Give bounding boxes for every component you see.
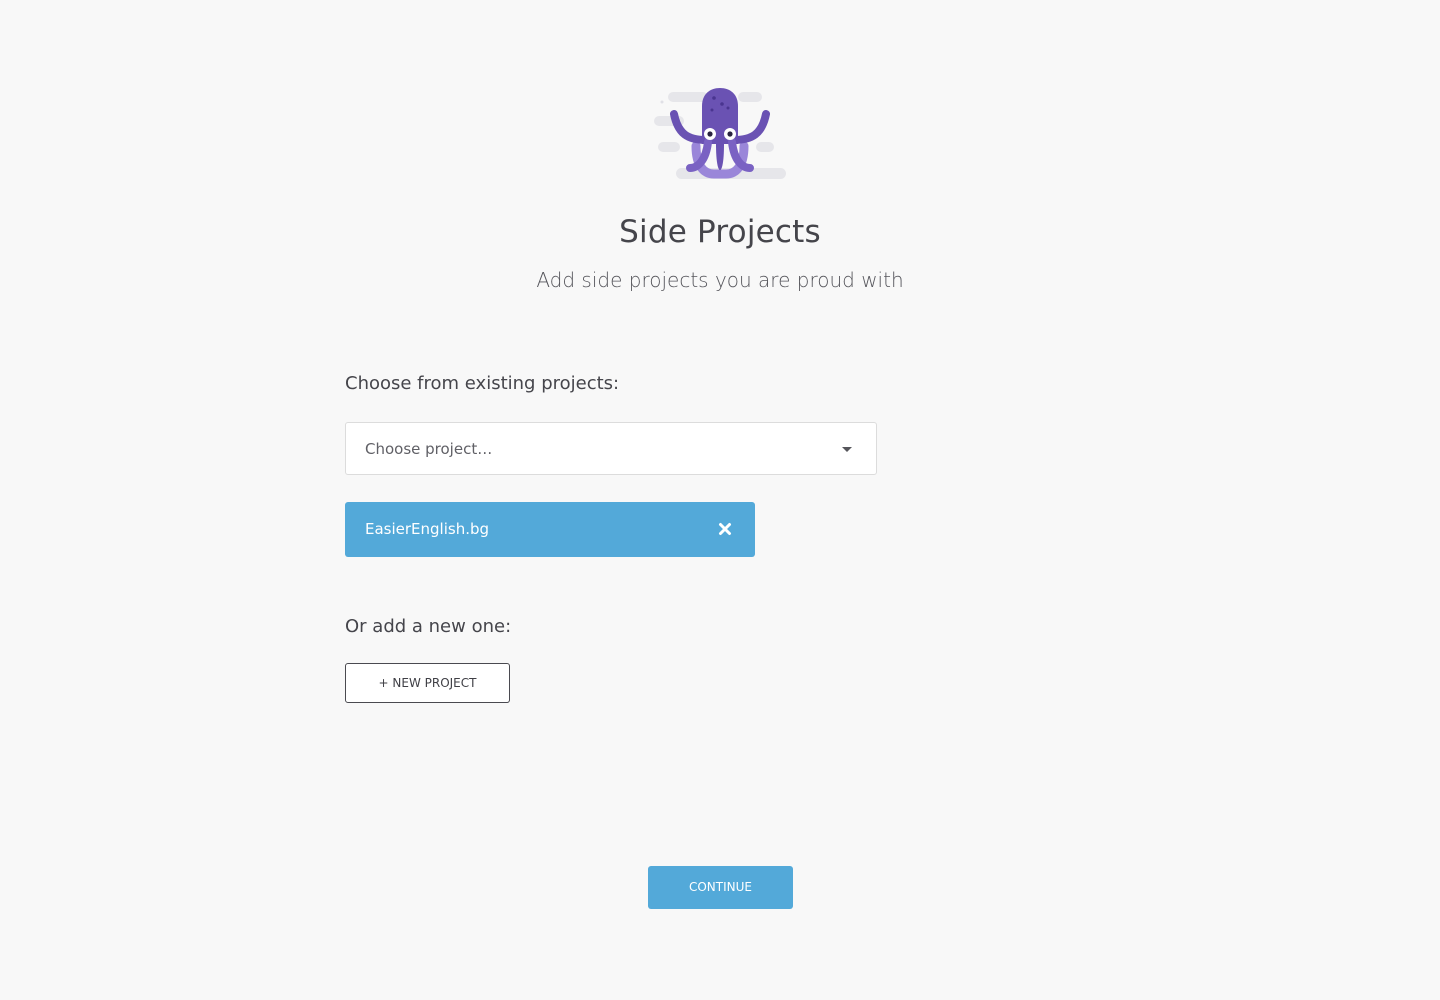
page-subtitle: Add side projects you are proud with — [536, 268, 904, 292]
close-icon[interactable] — [715, 519, 735, 539]
selected-project-name: EasierEnglish.bg — [365, 520, 490, 538]
selected-project-chip: EasierEnglish.bg — [345, 502, 755, 557]
project-select[interactable]: Choose project… — [345, 422, 877, 475]
project-select-placeholder: Choose project… — [365, 440, 493, 458]
existing-projects-label: Choose from existing projects: — [345, 373, 620, 394]
caret-down-icon — [842, 447, 852, 452]
page-title: Side Projects — [619, 214, 821, 250]
page: Side Projects Add side projects you are … — [0, 0, 1440, 1000]
new-project-button[interactable]: + New project — [345, 663, 510, 703]
new-project-label: Or add a new one: — [345, 616, 512, 637]
continue-button[interactable]: Continue — [648, 866, 793, 909]
octopus-mascot-icon — [654, 88, 786, 179]
